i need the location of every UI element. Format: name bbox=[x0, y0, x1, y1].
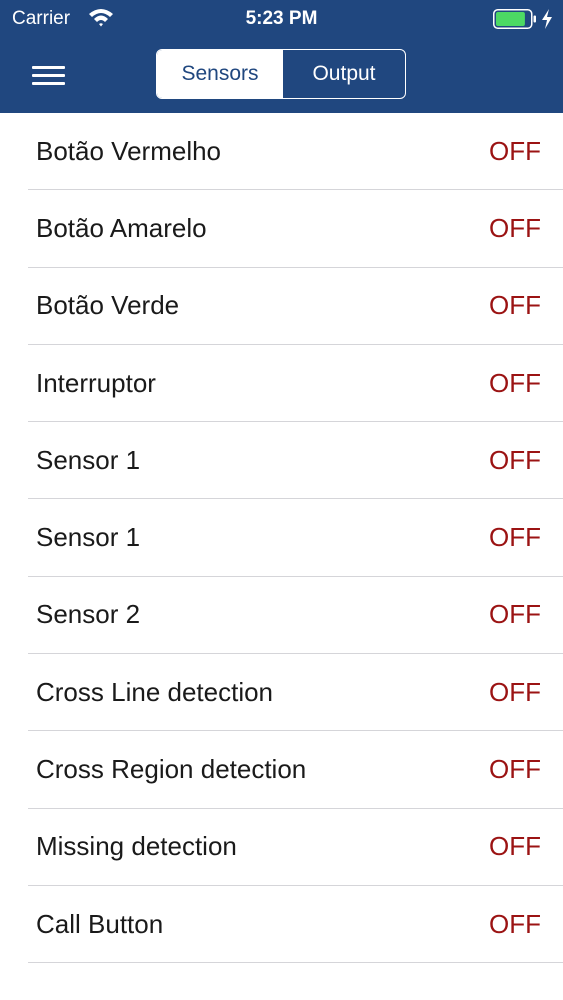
sensor-status-value: OFF bbox=[489, 754, 541, 785]
sensor-label: Sensor 1 bbox=[36, 522, 141, 553]
sensors-output-segmented-control: Sensors Output bbox=[156, 49, 406, 99]
charging-bolt-icon bbox=[542, 9, 552, 29]
list-item[interactable]: Missing detection OFF bbox=[28, 809, 563, 886]
battery-charging-icon bbox=[493, 9, 536, 29]
list-item[interactable]: Cross Line detection OFF bbox=[28, 654, 563, 732]
sensor-status-value: OFF bbox=[489, 831, 541, 862]
list-item[interactable]: Botão Verde OFF bbox=[28, 268, 563, 345]
list-item[interactable]: Sensor 1 OFF bbox=[28, 422, 563, 500]
list-item[interactable]: Cross Region detection OFF bbox=[28, 731, 563, 809]
list-item[interactable]: Botão Vermelho OFF bbox=[28, 113, 563, 191]
hamburger-menu-icon[interactable] bbox=[28, 60, 70, 92]
header: Carrier 5:23 PM Sensors Output bbox=[0, 0, 563, 113]
sensor-label: Call Button bbox=[36, 908, 164, 939]
list-item[interactable]: Interruptor OFF bbox=[28, 345, 563, 423]
sensor-status-value: OFF bbox=[489, 290, 541, 321]
sensor-label: Cross Region detection bbox=[36, 754, 307, 785]
sensor-status-value: OFF bbox=[489, 599, 541, 630]
list-item[interactable]: Sensor 1 OFF bbox=[28, 499, 563, 577]
sensor-status-value: OFF bbox=[489, 522, 541, 553]
sensor-label: Interruptor bbox=[36, 367, 156, 398]
sensor-status-value: OFF bbox=[489, 212, 541, 243]
sensor-label: Cross Line detection bbox=[36, 676, 274, 707]
list-item[interactable]: Call Button OFF bbox=[28, 886, 563, 964]
sensor-status-value: OFF bbox=[489, 444, 541, 475]
sensor-label: Botão Verde bbox=[36, 290, 180, 321]
list-item[interactable]: Sensor 2 OFF bbox=[28, 577, 563, 655]
sensor-list: Botão Vermelho OFF Botão Amarelo OFF Botão V… bbox=[0, 113, 563, 964]
sensor-label: Botão Amarelo bbox=[36, 212, 207, 243]
sensor-status-value: OFF bbox=[489, 676, 541, 707]
sensor-label: Missing detection bbox=[36, 831, 237, 862]
sensor-status-value: OFF bbox=[489, 908, 541, 939]
battery-level-fill bbox=[496, 12, 525, 26]
list-item[interactable]: Botão Amarelo OFF bbox=[28, 190, 563, 268]
nav-bar: Sensors Output bbox=[0, 38, 563, 113]
segment-sensors[interactable]: Sensors bbox=[157, 50, 283, 98]
clock-time: 5:23 PM bbox=[245, 8, 318, 29]
sensor-status-value: OFF bbox=[489, 135, 541, 166]
sensor-label: Sensor 2 bbox=[36, 599, 141, 630]
sensor-label: Botão Vermelho bbox=[36, 135, 222, 166]
status-bar: Carrier 5:23 PM bbox=[0, 0, 563, 38]
sensor-label: Sensor 1 bbox=[36, 444, 141, 475]
sensor-status-value: OFF bbox=[489, 367, 541, 398]
segment-output[interactable]: Output bbox=[283, 50, 405, 98]
